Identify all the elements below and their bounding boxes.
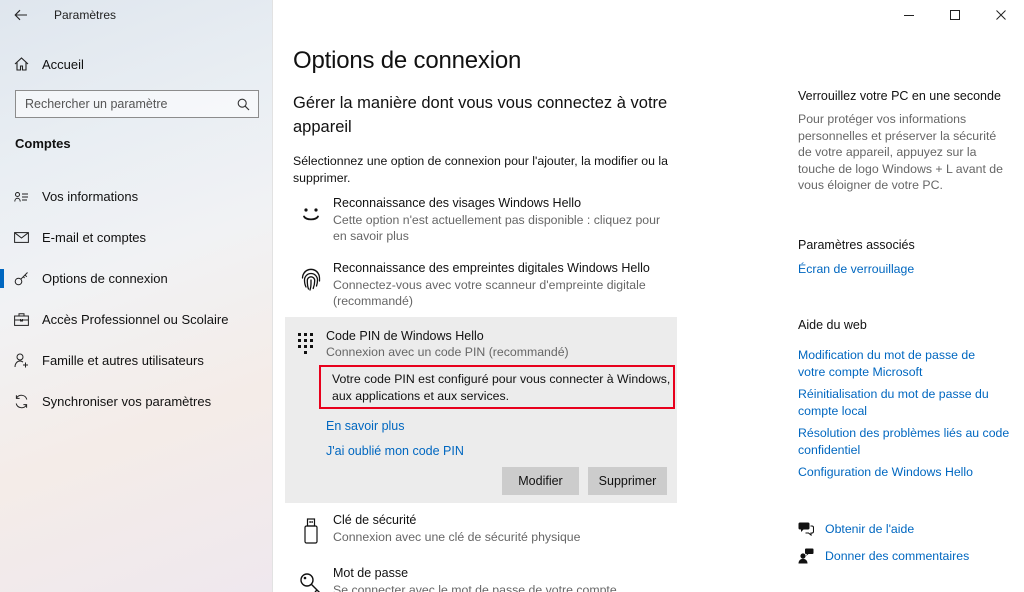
- section-title: Comptes: [15, 136, 71, 151]
- home-nav-item[interactable]: Accueil: [0, 50, 273, 78]
- minimize-button[interactable]: [886, 0, 932, 30]
- web-help-link[interactable]: Configuration de Windows Hello: [798, 464, 1013, 481]
- get-help-link[interactable]: Obtenir de l'aide: [798, 521, 914, 536]
- sync-icon: [0, 394, 42, 409]
- feedback-link[interactable]: Donner des commentaires: [798, 548, 969, 564]
- lock-screen-link[interactable]: Écran de verrouillage: [798, 261, 1013, 278]
- option-title: Reconnaissance des empreintes digitales …: [333, 261, 650, 275]
- option-title: Clé de sécurité: [333, 513, 417, 527]
- search-input[interactable]: Rechercher un paramètre: [15, 90, 259, 118]
- usb-key-icon: [297, 517, 325, 545]
- modify-button[interactable]: Modifier: [502, 467, 579, 495]
- lock-pc-text: Pour protéger vos informations personnel…: [798, 112, 1003, 192]
- face-icon: [297, 200, 325, 228]
- back-button[interactable]: [0, 0, 42, 30]
- option-subtitle: Connectez-vous avec votre scanneur d'emp…: [333, 278, 646, 308]
- page-subtitle: Gérer la manière dont vous vous connecte…: [293, 94, 668, 136]
- pin-status-note: Votre code PIN est configuré pour vous c…: [319, 365, 675, 409]
- key-icon: [297, 570, 325, 592]
- person-card-icon: [0, 191, 42, 203]
- home-icon: [0, 57, 42, 71]
- option-password[interactable]: Mot de passe Se connecter avec le mot de…: [293, 566, 683, 592]
- maximize-button[interactable]: [932, 0, 978, 30]
- search-placeholder: Rechercher un paramètre: [25, 97, 168, 111]
- sidebar-nav: Vos informations E-mail et comptes Optio…: [0, 176, 273, 422]
- sidebar-item-synchroniser[interactable]: Synchroniser vos paramètres: [0, 381, 273, 422]
- window-controls: [886, 0, 1024, 30]
- keypad-icon: [297, 331, 325, 359]
- feedback-label: Donner des commentaires: [825, 549, 970, 563]
- sidebar-item-famille[interactable]: Famille et autres utilisateurs: [0, 340, 273, 381]
- title-bar: Paramètres: [0, 0, 273, 30]
- sidebar: Paramètres Accueil Rechercher un paramèt…: [0, 0, 273, 592]
- sidebar-item-label: Vos informations: [42, 189, 139, 204]
- app-title: Paramètres: [54, 8, 117, 22]
- sidebar-item-acces-pro[interactable]: Accès Professionnel ou Scolaire: [0, 299, 273, 340]
- sidebar-item-email[interactable]: E-mail et comptes: [0, 217, 273, 258]
- option-fingerprint[interactable]: Reconnaissance des empreintes digitales …: [293, 261, 683, 311]
- home-label: Accueil: [42, 56, 84, 72]
- mail-icon: [0, 232, 42, 243]
- fingerprint-icon: [297, 265, 325, 293]
- option-subtitle: Cette option n'est actuellement pas disp…: [333, 213, 661, 243]
- option-subtitle: Connexion avec une clé de sécurité physi…: [333, 530, 581, 544]
- chat-help-icon: [798, 521, 825, 536]
- sidebar-item-vos-informations[interactable]: Vos informations: [0, 176, 273, 217]
- lock-pc-title: Verrouillez votre PC en une seconde: [798, 89, 1001, 103]
- delete-button[interactable]: Supprimer: [588, 467, 667, 495]
- sidebar-item-options-connexion[interactable]: Options de connexion: [0, 258, 273, 299]
- back-arrow-icon: [14, 9, 27, 21]
- close-button[interactable]: [978, 0, 1024, 30]
- sidebar-item-label: Options de connexion: [42, 271, 168, 286]
- option-title: Code PIN de Windows Hello: [326, 329, 484, 343]
- option-subtitle: Se connecter avec le mot de passe de vot…: [333, 583, 617, 592]
- minimize-icon: [904, 15, 914, 16]
- search-icon: [237, 98, 250, 110]
- key-icon: [0, 271, 42, 286]
- option-title: Reconnaissance des visages Windows Hello: [333, 196, 582, 210]
- sidebar-item-label: Accès Professionnel ou Scolaire: [42, 312, 229, 327]
- web-help-link[interactable]: Réinitialisation du mot de passe du comp…: [798, 386, 998, 419]
- person-add-icon: [0, 353, 42, 368]
- option-pin-panel[interactable]: Code PIN de Windows Hello Connexion avec…: [285, 317, 677, 503]
- forgot-pin-link[interactable]: J'ai oublié mon code PIN: [326, 444, 464, 458]
- close-icon: [996, 10, 1006, 20]
- sidebar-item-label: E-mail et comptes: [42, 230, 147, 245]
- page-title: Options de connexion: [293, 47, 522, 74]
- page-description: Sélectionnez une option de connexion pou…: [293, 154, 668, 185]
- sidebar-item-label: Synchroniser vos paramètres: [42, 394, 212, 409]
- option-title: Mot de passe: [333, 566, 409, 580]
- web-help-link[interactable]: Résolution des problèmes liés au code co…: [798, 425, 1013, 458]
- web-help-title: Aide du web: [798, 318, 867, 332]
- main-content: Options de connexion Gérer la manière do…: [285, 0, 693, 592]
- option-security-key[interactable]: Clé de sécurité Connexion avec une clé d…: [293, 513, 683, 549]
- option-face[interactable]: Reconnaissance des visages Windows Hello…: [293, 196, 683, 244]
- sidebar-item-label: Famille et autres utilisateurs: [42, 353, 204, 368]
- web-help-link[interactable]: Modification du mot de passe de votre co…: [798, 347, 988, 380]
- get-help-label: Obtenir de l'aide: [825, 521, 915, 536]
- related-settings-title: Paramètres associés: [798, 238, 915, 252]
- learn-more-link[interactable]: En savoir plus: [326, 419, 405, 433]
- briefcase-icon: [0, 313, 42, 326]
- option-subtitle: Connexion avec un code PIN (recommandé): [326, 345, 569, 359]
- feedback-person-icon: [798, 548, 825, 564]
- maximize-icon: [950, 10, 960, 20]
